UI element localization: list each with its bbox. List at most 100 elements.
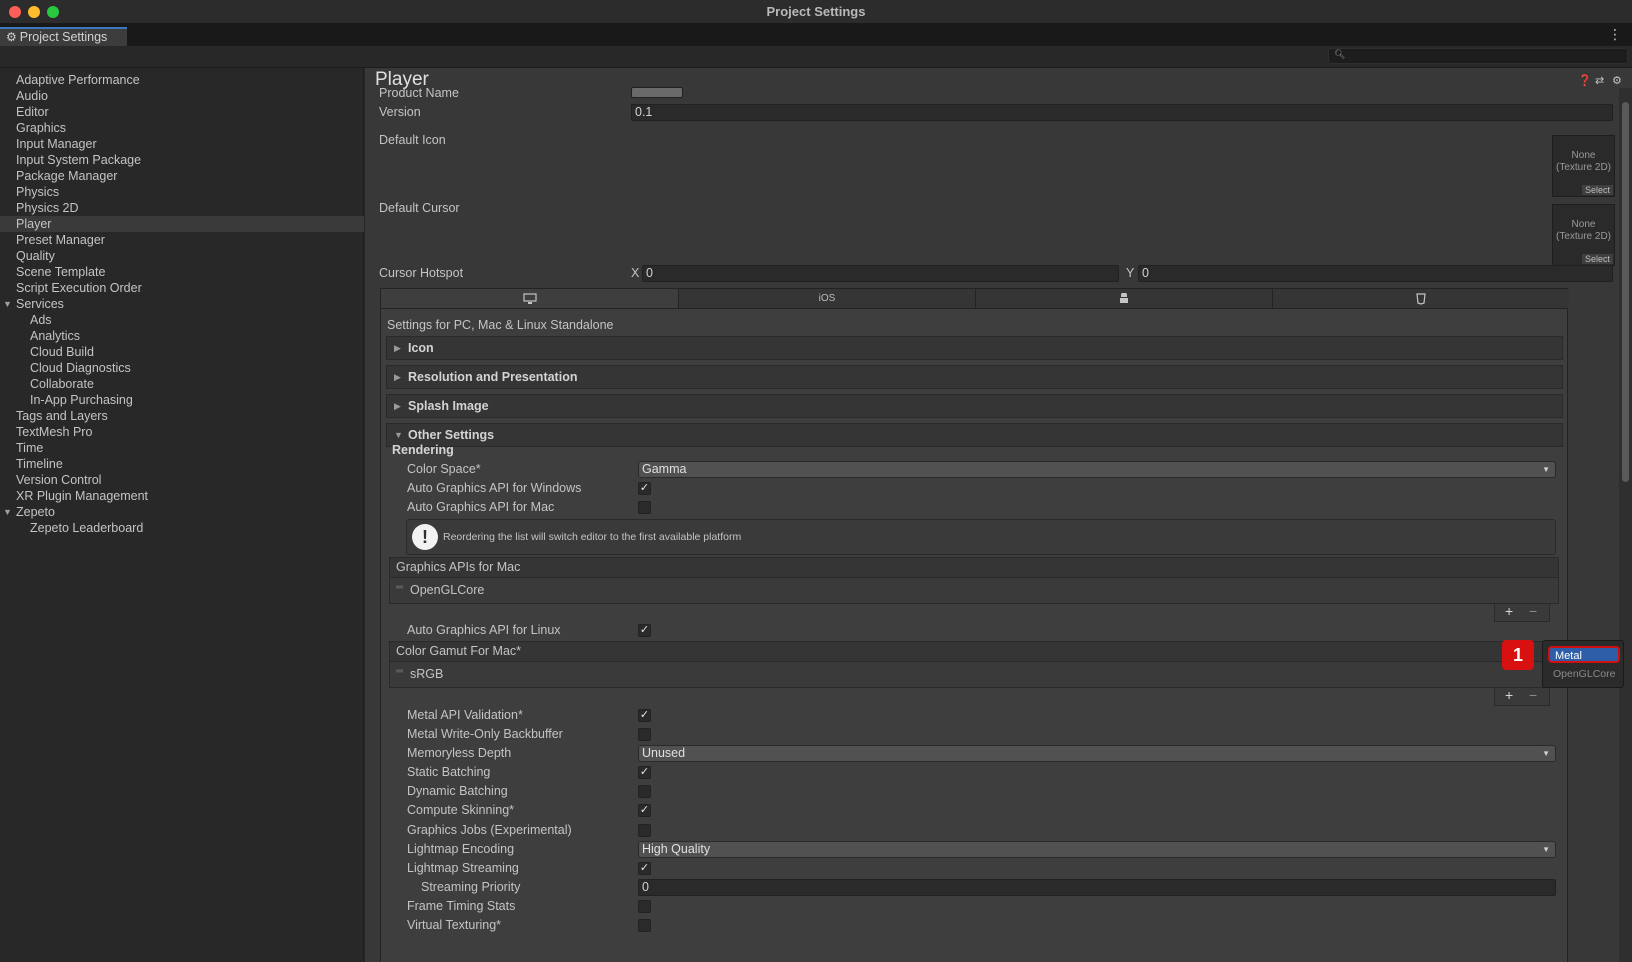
auto-api-linux-checkbox[interactable]: ✓ (638, 624, 651, 637)
graphics-jobs-checkbox[interactable] (638, 824, 651, 837)
drag-handle-icon[interactable]: ═ (396, 666, 403, 677)
sidebar-item-analytics[interactable]: Analytics (0, 328, 364, 344)
add-icon[interactable]: + (1505, 603, 1513, 619)
sidebar-item-in-app-purchasing[interactable]: In-App Purchasing (0, 392, 364, 408)
lightmap-encoding-dropdown[interactable]: High Quality ▼ (638, 841, 1556, 858)
settings-for-label: Settings for PC, Mac & Linux Standalone (387, 318, 614, 332)
help-text: Reordering the list will switch editor t… (443, 531, 742, 543)
sidebar-item-physics-2d[interactable]: Physics 2D (0, 200, 364, 216)
sidebar-item-textmesh-pro[interactable]: TextMesh Pro (0, 424, 364, 440)
sidebar-item-services[interactable]: ▼ Services (0, 296, 364, 312)
lightmap-encoding-value: High Quality (642, 842, 711, 856)
metal-validation-label: Metal API Validation* (407, 708, 523, 722)
sidebar-item-input-system-package[interactable]: Input System Package (0, 152, 364, 168)
scrollbar-thumb[interactable] (1622, 102, 1629, 482)
tab-android[interactable] (975, 289, 1272, 308)
sidebar-item-graphics[interactable]: Graphics (0, 120, 364, 136)
menu-item-metal[interactable]: Metal (1548, 646, 1620, 663)
help-icon[interactable]: ❓ (1578, 74, 1592, 87)
drag-handle-icon[interactable]: ═ (396, 582, 403, 593)
hotspot-x-field[interactable]: 0 (642, 265, 1119, 282)
foldout-other-settings-section[interactable]: ▼ Other Settings (386, 423, 1563, 447)
default-icon-picker[interactable]: None (Texture 2D) Select (1552, 135, 1615, 197)
auto-api-mac-checkbox[interactable] (638, 501, 651, 514)
hotspot-y-label: Y (1126, 266, 1135, 280)
virtual-texturing-checkbox[interactable] (638, 919, 651, 932)
metal-writeonly-label: Metal Write-Only Backbuffer (407, 727, 563, 741)
sidebar-item-zepeto[interactable]: ▼ Zepeto (0, 504, 364, 520)
foldout-splash-section[interactable]: ▶ Splash Image (386, 394, 1563, 418)
title-bar: Project Settings (0, 0, 1632, 24)
search-input[interactable]: 🔍︎ (1328, 48, 1628, 64)
metal-writeonly-checkbox[interactable] (638, 728, 651, 741)
sidebar-item-player[interactable]: Player (0, 216, 364, 232)
sidebar-item-cloud-build[interactable]: Cloud Build (0, 344, 364, 360)
sidebar-item-timeline[interactable]: Timeline (0, 456, 364, 472)
dynamic-batching-label: Dynamic Batching (407, 784, 508, 798)
chevron-down-icon[interactable]: ▼ (3, 296, 12, 312)
color-space-dropdown[interactable]: Gamma ▼ (638, 461, 1556, 478)
streaming-priority-label: Streaming Priority (421, 880, 521, 894)
sidebar-item-physics[interactable]: Physics (0, 184, 364, 200)
sidebar-item-input-manager[interactable]: Input Manager (0, 136, 364, 152)
default-cursor-select-button[interactable]: Select (1581, 254, 1613, 264)
sidebar-item-scene-template[interactable]: Scene Template (0, 264, 364, 280)
sidebar-item-zepeto-leaderboard[interactable]: Zepeto Leaderboard (0, 520, 364, 536)
sidebar-item-tags-and-layers[interactable]: Tags and Layers (0, 408, 364, 424)
sidebar-item-package-manager[interactable]: Package Manager (0, 168, 364, 184)
sidebar-item-collaborate[interactable]: Collaborate (0, 376, 364, 392)
sidebar-item-script-execution-order[interactable]: Script Execution Order (0, 280, 364, 296)
tab-webgl[interactable] (1272, 289, 1569, 308)
html5-icon (1416, 293, 1426, 305)
search-icon: 🔍︎ (1334, 49, 1346, 59)
product-name-label: Product Name (379, 86, 459, 100)
remove-icon[interactable]: − (1529, 603, 1537, 619)
metal-validation-checkbox[interactable]: ✓ (638, 709, 651, 722)
window-title: Project Settings (766, 4, 866, 19)
sidebar-item-ads[interactable]: Ads (0, 312, 364, 328)
static-batching-checkbox[interactable]: ✓ (638, 766, 651, 779)
sidebar-item-xr-plugin-management[interactable]: XR Plugin Management (0, 488, 364, 504)
foldout-label: Splash Image (408, 399, 489, 413)
color-gamut-mac-list: ═ sRGB (389, 662, 1559, 688)
tab-standalone[interactable] (381, 289, 678, 308)
version-field[interactable]: 0.1 (631, 104, 1613, 121)
default-cursor-picker[interactable]: None (Texture 2D) Select (1552, 204, 1615, 266)
menu-item-openglcore[interactable]: OpenGLCore (1553, 668, 1615, 680)
tab-project-settings[interactable]: ⚙ Project Settings (0, 27, 127, 46)
more-options-icon[interactable]: ⋮ (1608, 26, 1622, 43)
streaming-priority-field[interactable]: 0 (638, 879, 1556, 896)
chevron-down-icon[interactable]: ▼ (3, 504, 12, 520)
add-graphics-api-menu: Metal OpenGLCore (1542, 640, 1624, 688)
static-batching-label: Static Batching (407, 765, 491, 779)
lightmap-streaming-checkbox[interactable]: ✓ (638, 862, 651, 875)
frame-timing-checkbox[interactable] (638, 900, 651, 913)
remove-icon[interactable]: − (1529, 687, 1537, 703)
sidebar-item-preset-manager[interactable]: Preset Manager (0, 232, 364, 248)
sidebar-item-time[interactable]: Time (0, 440, 364, 456)
sidebar-item-editor[interactable]: Editor (0, 104, 364, 120)
sidebar-item-adaptive-performance[interactable]: Adaptive Performance (0, 72, 364, 88)
sidebar-item-version-control[interactable]: Version Control (0, 472, 364, 488)
list-item[interactable]: sRGB (410, 667, 443, 681)
hotspot-y-field[interactable]: 0 (1138, 265, 1613, 282)
memoryless-depth-dropdown[interactable]: Unused ▼ (638, 745, 1556, 762)
sidebar-item-quality[interactable]: Quality (0, 248, 364, 264)
presets-icon[interactable]: ⇄ (1595, 74, 1604, 87)
sidebar-item-cloud-diagnostics[interactable]: Cloud Diagnostics (0, 360, 364, 376)
foldout-resolution-section[interactable]: ▶ Resolution and Presentation (386, 365, 1563, 389)
foldout-icon-section[interactable]: ▶ Icon (386, 336, 1563, 360)
default-icon-select-button[interactable]: Select (1581, 185, 1613, 195)
product-name-field[interactable] (631, 87, 683, 98)
list-item[interactable]: OpenGLCore (410, 583, 484, 597)
auto-api-windows-checkbox[interactable]: ✓ (638, 482, 651, 495)
vertical-scrollbar[interactable] (1619, 88, 1632, 962)
add-icon[interactable]: + (1505, 687, 1513, 703)
dynamic-batching-checkbox[interactable] (638, 785, 651, 798)
sidebar-item-audio[interactable]: Audio (0, 88, 364, 104)
compute-skinning-checkbox[interactable]: ✓ (638, 804, 651, 817)
graphics-apis-mac-add-remove: + − (1494, 603, 1550, 622)
gear-icon[interactable]: ⚙ (1612, 74, 1622, 87)
sidebar-item-label: Zepeto (16, 505, 55, 519)
tab-ios[interactable]: iOS (678, 289, 975, 308)
